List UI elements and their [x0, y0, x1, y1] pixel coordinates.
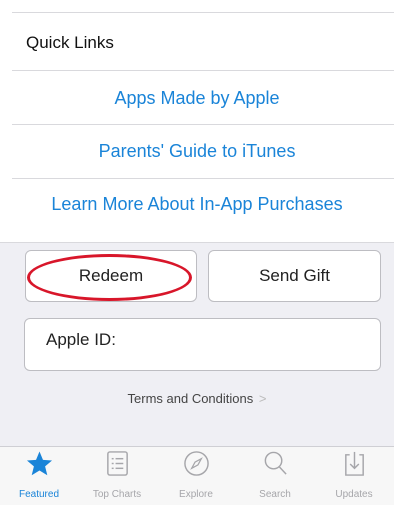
download-icon — [345, 451, 364, 476]
tab-label: Explore — [179, 489, 213, 500]
terms-link[interactable]: Terms and Conditions > — [0, 391, 394, 406]
star-icon — [26, 451, 53, 476]
send-gift-button-label: Send Gift — [259, 266, 330, 285]
list-icon — [107, 451, 128, 476]
divider — [0, 242, 394, 243]
tab-updates[interactable]: Updates — [315, 447, 393, 505]
send-gift-button[interactable]: Send Gift — [208, 250, 381, 302]
tab-explore[interactable]: Explore — [157, 447, 235, 505]
divider — [12, 12, 394, 13]
chevron-right-icon: > — [258, 391, 267, 406]
redeem-button[interactable]: Redeem — [25, 250, 197, 302]
divider — [12, 124, 394, 125]
tab-search[interactable]: Search — [236, 447, 314, 505]
tab-label: Featured — [18, 489, 60, 500]
tab-top-charts[interactable]: Top Charts — [78, 447, 156, 505]
tab-featured[interactable]: Featured — [0, 447, 78, 505]
divider — [12, 178, 394, 179]
redeem-button-label: Redeem — [78, 266, 144, 285]
apple-id-label: Apple ID: — [46, 330, 116, 349]
link-in-app-purchases[interactable]: Learn More About In-App Purchases — [0, 194, 394, 215]
link-apps-made-by-apple[interactable]: Apps Made by Apple — [0, 88, 394, 109]
tab-label: Search — [259, 489, 291, 500]
compass-icon — [184, 451, 209, 476]
divider — [12, 70, 394, 71]
terms-label: Terms and Conditions — [127, 391, 254, 406]
search-icon — [264, 451, 287, 475]
link-parents-guide[interactable]: Parents' Guide to iTunes — [0, 141, 394, 162]
tab-bar: Featured Top Charts Explore Search Updat… — [0, 446, 394, 505]
quick-links-title: Quick Links — [26, 33, 114, 52]
tab-label: Updates — [335, 489, 373, 500]
apple-id-button[interactable]: Apple ID: — [24, 318, 381, 371]
quick-links-section: Quick Links Apps Made by Apple Parents' … — [0, 0, 394, 242]
tab-label: Top Charts — [92, 489, 142, 500]
